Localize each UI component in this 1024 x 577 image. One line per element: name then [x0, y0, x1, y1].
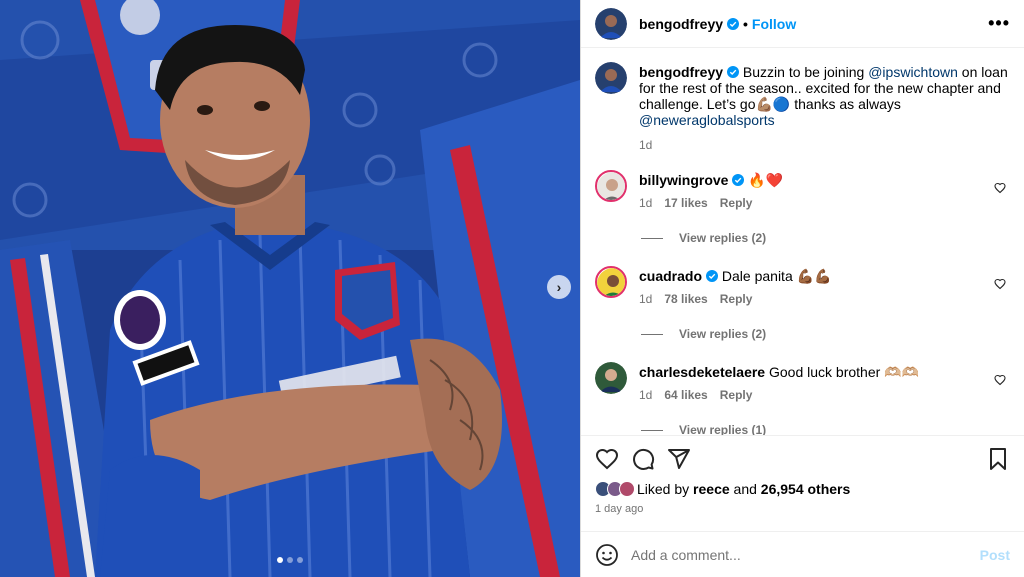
- more-options-icon[interactable]: •••: [988, 13, 1010, 34]
- comment-text: Good luck brother 🫶🏼🫶🏼: [768, 364, 920, 380]
- comment-item: billywingrove 🔥❤️ 1d 17 likes Reply: [595, 170, 1010, 210]
- carousel-dot: [287, 557, 293, 563]
- header-separator: •: [743, 15, 748, 32]
- verified-icon: [727, 66, 740, 78]
- comment-like-icon[interactable]: [994, 182, 1006, 194]
- comment-timestamp[interactable]: 1d: [639, 388, 652, 402]
- likes-summary[interactable]: Liked by reece and 26,954 others: [595, 481, 1010, 497]
- comment-likes[interactable]: 17 likes: [664, 196, 707, 210]
- post-actions: Liked by reece and 26,954 others 1 day a…: [581, 435, 1024, 531]
- verified-icon: [727, 17, 740, 30]
- follow-button[interactable]: Follow: [752, 16, 796, 32]
- post-timestamp[interactable]: 1 day ago: [595, 503, 1010, 515]
- view-replies-label: View replies (2): [679, 231, 767, 245]
- comment-input[interactable]: [631, 546, 980, 563]
- comment-username[interactable]: charlesdeketelaere: [639, 364, 765, 380]
- bookmark-icon[interactable]: [986, 447, 1010, 471]
- likes-count-link[interactable]: 26,954 others: [761, 481, 851, 497]
- comment-text: 🔥❤️: [748, 172, 784, 188]
- caption-timestamp[interactable]: 1d: [639, 138, 652, 152]
- like-icon[interactable]: [595, 447, 619, 471]
- reply-button[interactable]: Reply: [720, 388, 753, 402]
- caption-mention-link[interactable]: @neweraglobalsports: [639, 112, 775, 128]
- comment-text: Dale panita 💪🏾💪🏾: [721, 268, 832, 284]
- liker-avatar: [619, 481, 635, 497]
- view-replies-label: View replies (1): [679, 423, 767, 435]
- likes-middle: and: [729, 481, 761, 497]
- commenter-avatar[interactable]: [595, 362, 627, 394]
- commenter-avatar[interactable]: [595, 266, 627, 298]
- share-icon[interactable]: [667, 447, 691, 471]
- comment-item: cuadrado Dale panita 💪🏾💪🏾 1d 78 likes Repl…: [595, 266, 1010, 306]
- carousel-dot: [277, 557, 283, 563]
- comment-username[interactable]: cuadrado: [639, 268, 702, 284]
- liked-by-user-link[interactable]: reece: [693, 481, 730, 497]
- comment-icon[interactable]: [631, 447, 655, 471]
- comment-username[interactable]: billywingrove: [639, 172, 728, 188]
- comment-item: charlesdeketelaere Good luck brother 🫶🏼🫶…: [595, 362, 1010, 402]
- verified-icon: [732, 174, 745, 186]
- comment-likes[interactable]: 78 likes: [664, 292, 707, 306]
- author-avatar[interactable]: [595, 62, 627, 94]
- reply-button[interactable]: Reply: [720, 196, 753, 210]
- carousel-next-button[interactable]: ›: [547, 275, 571, 299]
- post-caption: bengodfreyy Buzzin to be joining @ipswic…: [595, 62, 1010, 152]
- view-replies-button[interactable]: View replies (2): [641, 231, 1010, 245]
- post-photo: [0, 0, 580, 577]
- reply-button[interactable]: Reply: [720, 292, 753, 306]
- comment-timestamp[interactable]: 1d: [639, 292, 652, 306]
- replies-divider: [641, 333, 663, 335]
- comment-likes[interactable]: 64 likes: [664, 388, 707, 402]
- comment-timestamp[interactable]: 1d: [639, 196, 652, 210]
- author-avatar[interactable]: [595, 7, 627, 40]
- verified-icon: [706, 270, 719, 282]
- author-username[interactable]: bengodfreyy: [639, 16, 723, 32]
- post-media[interactable]: ›: [0, 0, 580, 577]
- caption-mention-link[interactable]: @ipswichtown: [868, 64, 958, 80]
- carousel-dot: [297, 557, 303, 563]
- comment-like-icon[interactable]: [994, 374, 1006, 386]
- view-replies-button[interactable]: View replies (2): [641, 327, 1010, 341]
- post-dialog: › bengodfreyy • Follow ••• bengodfreyy B…: [0, 0, 1024, 577]
- replies-divider: [641, 237, 663, 239]
- likes-prefix: Liked by: [637, 481, 694, 497]
- add-comment-bar: Post: [581, 531, 1024, 577]
- caption-username[interactable]: bengodfreyy: [639, 64, 723, 80]
- emoji-icon[interactable]: [595, 543, 619, 567]
- replies-divider: [641, 429, 663, 431]
- post-comment-button[interactable]: Post: [980, 547, 1010, 563]
- post-side-panel: bengodfreyy • Follow ••• bengodfreyy Buz…: [580, 0, 1024, 577]
- post-header: bengodfreyy • Follow •••: [581, 0, 1024, 48]
- comment-like-icon[interactable]: [994, 278, 1006, 290]
- comments-list[interactable]: bengodfreyy Buzzin to be joining @ipswic…: [581, 48, 1024, 435]
- view-replies-label: View replies (2): [679, 327, 767, 341]
- action-icons-row: [595, 446, 1010, 472]
- carousel-indicator: [0, 557, 580, 563]
- commenter-avatar[interactable]: [595, 170, 627, 202]
- caption-text: Buzzin to be joining: [739, 64, 869, 80]
- view-replies-button[interactable]: View replies (1): [641, 423, 1010, 435]
- liked-by-avatars: [595, 481, 635, 497]
